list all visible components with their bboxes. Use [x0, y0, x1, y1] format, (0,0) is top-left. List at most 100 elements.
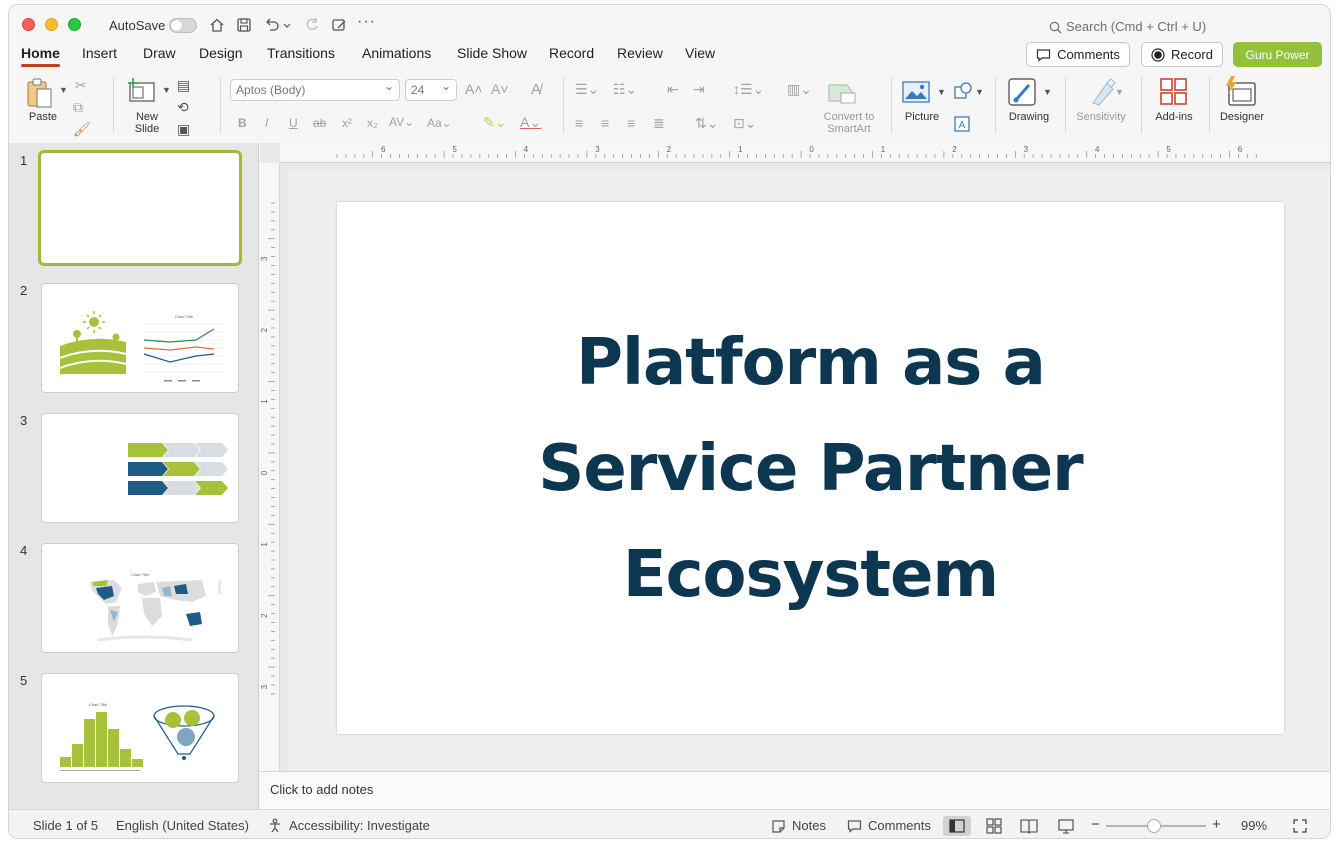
tab-transitions[interactable]: Transitions	[267, 45, 335, 61]
slide-show-view-button[interactable]	[1052, 816, 1080, 836]
decrease-indent-icon[interactable]: ⇤	[667, 81, 679, 98]
layout-icon[interactable]: ▤	[177, 77, 190, 94]
tab-record[interactable]: Record	[549, 45, 594, 61]
more-options-icon[interactable]: ···	[357, 13, 375, 31]
paste-dropdown-chevron-icon[interactable]: ▼	[59, 85, 68, 95]
new-slide-icon[interactable]	[127, 77, 157, 105]
undo-icon[interactable]	[263, 16, 281, 34]
tab-insert[interactable]: Insert	[82, 45, 117, 61]
align-text-icon[interactable]: ⊡⌄	[733, 115, 756, 132]
zoom-in-button[interactable]: +	[1212, 816, 1221, 833]
current-slide[interactable]: Platform as a Service Partner Ecosystem	[337, 202, 1284, 734]
bullets-icon[interactable]: ☰⌄	[575, 81, 599, 98]
picture-icon[interactable]	[901, 79, 931, 105]
add-ins-icon[interactable]	[1159, 77, 1189, 107]
comments-button[interactable]: Comments	[1026, 42, 1130, 67]
justify-icon[interactable]: ≣	[653, 115, 665, 132]
sensitivity-dropdown-chevron-icon[interactable]: ▼	[1115, 87, 1124, 97]
slide-show-icon	[1058, 819, 1074, 834]
autosave-toggle[interactable]	[169, 18, 197, 33]
change-case-icon[interactable]: Aa⌄	[427, 116, 452, 130]
shapes-icon[interactable]	[953, 81, 973, 101]
copy-icon[interactable]: ⧉	[73, 99, 83, 116]
font-name-dropdown[interactable]: Aptos (Body)	[230, 79, 400, 101]
tab-slide-show[interactable]: Slide Show	[457, 45, 527, 61]
zoom-slider-handle[interactable]	[1147, 819, 1161, 833]
tab-design[interactable]: Design	[199, 45, 243, 61]
notes-toggle[interactable]: Notes	[792, 818, 826, 833]
tab-view[interactable]: View	[685, 45, 715, 61]
slide-title[interactable]: Platform as a Service Partner Ecosystem	[337, 310, 1284, 628]
tab-animations[interactable]: Animations	[362, 45, 431, 61]
slide-thumbnail-1[interactable]	[38, 150, 242, 266]
clear-formatting-icon[interactable]: A̸	[531, 81, 541, 98]
search-box[interactable]: Search (Cmd + Ctrl + U)	[1049, 19, 1206, 34]
zoom-level[interactable]: 99%	[1241, 818, 1267, 833]
accessibility-status[interactable]: Accessibility: Investigate	[289, 818, 430, 833]
align-left-icon[interactable]: ≡	[575, 115, 583, 131]
redo-icon[interactable]	[303, 16, 321, 34]
format-painter-icon[interactable]: 🖌	[73, 121, 91, 138]
new-slide-dropdown-chevron-icon[interactable]: ▼	[162, 85, 171, 95]
save-icon[interactable]	[235, 16, 253, 34]
decrease-font-size-icon[interactable]: A˅	[491, 81, 509, 97]
columns-icon[interactable]: ▥⌄	[787, 81, 812, 98]
fit-to-window-icon[interactable]	[1292, 818, 1308, 834]
drawing-dropdown-chevron-icon[interactable]: ▼	[1043, 87, 1052, 97]
font-color-icon[interactable]: A⌄	[520, 114, 541, 131]
font-size-dropdown[interactable]: 24	[405, 79, 457, 101]
designer-icon[interactable]	[1223, 75, 1257, 107]
italic-icon[interactable]: I	[265, 116, 268, 130]
underline-icon[interactable]: U	[289, 116, 298, 130]
increase-font-size-icon[interactable]: A˄	[465, 81, 483, 97]
language-indicator[interactable]: English (United States)	[116, 818, 249, 833]
slide-sorter-view-button[interactable]	[980, 816, 1008, 836]
slide-editor[interactable]: 6 5 4 3 2 1 0 1 2 3 4 5 6 3 2 1 0 1 2 3 Platform as a Serv…	[260, 143, 1330, 771]
comments-toggle[interactable]: Comments	[868, 818, 931, 833]
normal-view-button[interactable]	[943, 816, 971, 836]
slide-thumbnail-2[interactable]: Chart Title	[41, 283, 239, 393]
zoom-window-button[interactable]	[68, 18, 81, 31]
character-spacing-icon[interactable]: AV⌄	[389, 115, 414, 129]
drawing-icon[interactable]	[1007, 77, 1039, 107]
undo-dropdown-chevron-icon[interactable]	[282, 16, 292, 34]
text-direction-icon[interactable]: ⇅⌄	[695, 115, 718, 132]
sensitivity-icon[interactable]	[1087, 77, 1117, 107]
present-icon[interactable]	[330, 16, 348, 34]
numbering-icon[interactable]: ☷⌄	[613, 81, 637, 98]
ribbon-tabs: Home Insert Draw Design Transitions Anim…	[9, 43, 1330, 71]
section-icon[interactable]: ▣	[177, 121, 190, 138]
tab-home[interactable]: Home	[21, 45, 60, 67]
record-button[interactable]: Record	[1141, 42, 1223, 67]
close-window-button[interactable]	[22, 18, 35, 31]
slide-thumbnail-3[interactable]	[41, 413, 239, 523]
guru-power-button[interactable]: Guru Power	[1233, 42, 1322, 67]
superscript-icon[interactable]: x²	[342, 116, 352, 130]
align-center-icon[interactable]: ≡	[601, 115, 609, 131]
highlight-icon[interactable]: ✎⌄	[483, 114, 506, 131]
zoom-out-button[interactable]: −	[1091, 816, 1100, 833]
paste-icon[interactable]	[25, 77, 55, 109]
convert-smartart-icon[interactable]	[827, 81, 859, 107]
notes-pane[interactable]: Click to add notes	[260, 771, 1330, 809]
tab-draw[interactable]: Draw	[143, 45, 176, 61]
line-spacing-icon[interactable]: ↕☰⌄	[733, 81, 764, 98]
picture-dropdown-chevron-icon[interactable]: ▼	[937, 87, 946, 97]
minimize-window-button[interactable]	[45, 18, 58, 31]
increase-indent-icon[interactable]: ⇥	[693, 81, 705, 98]
text-box-icon[interactable]: A	[953, 115, 971, 133]
strikethrough-icon[interactable]: ab	[313, 116, 326, 130]
tab-review[interactable]: Review	[617, 45, 663, 61]
cut-icon[interactable]: ✂	[75, 77, 87, 94]
reading-view-button[interactable]	[1015, 816, 1043, 836]
align-right-icon[interactable]: ≡	[627, 115, 635, 131]
subscript-icon[interactable]: x₂	[367, 116, 378, 130]
accessibility-icon[interactable]	[267, 818, 283, 834]
slide-thumbnail-4[interactable]: Chart Title	[41, 543, 239, 653]
shapes-dropdown-chevron-icon[interactable]: ▼	[975, 87, 984, 97]
slide-thumbnails-panel[interactable]: 1 2 Chart Title 3 4 Chart Title 5 Chart …	[9, 143, 259, 809]
slide-thumbnail-5[interactable]: Chart Title	[41, 673, 239, 783]
bold-icon[interactable]: B	[238, 116, 247, 130]
home-icon[interactable]	[208, 16, 226, 34]
reset-slide-icon[interactable]: ⟲	[177, 99, 189, 116]
